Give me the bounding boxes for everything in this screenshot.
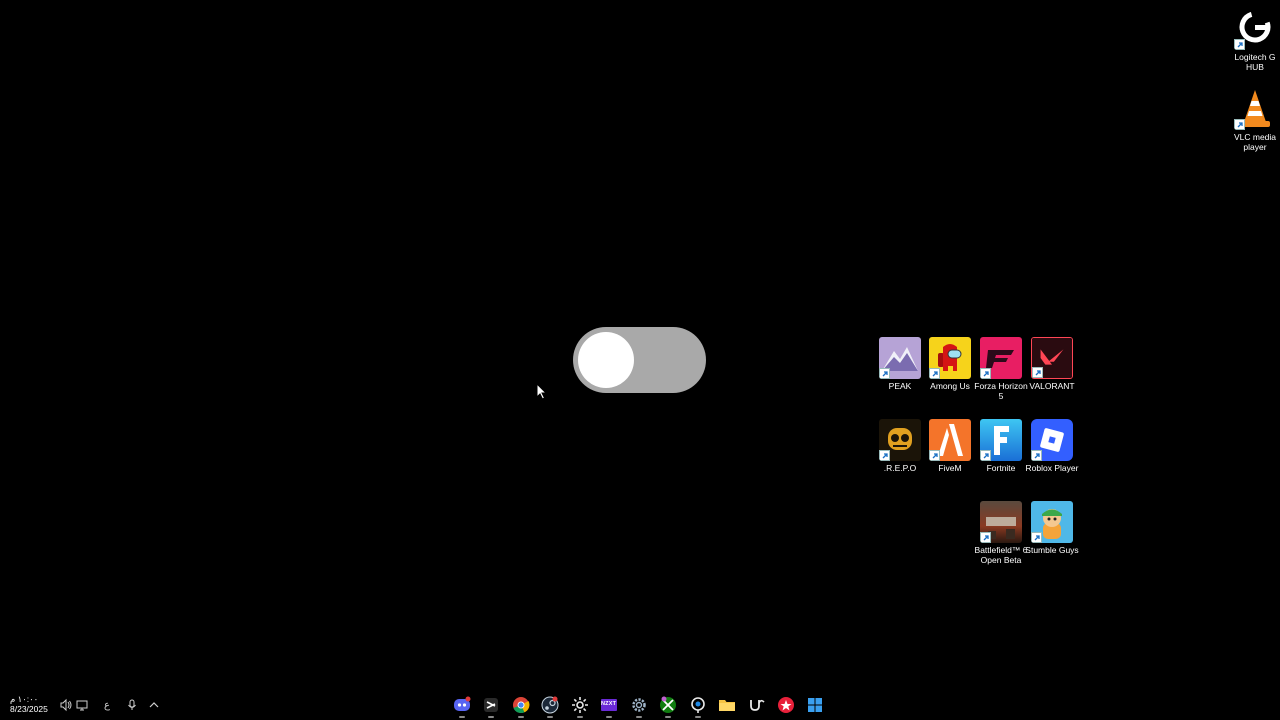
battlefield-icon: [980, 501, 1022, 543]
search-lens-icon[interactable]: [687, 694, 709, 718]
shortcut-vlc[interactable]: VLC media player: [1229, 88, 1280, 152]
forza-icon: [980, 337, 1022, 379]
shortcut-stumble[interactable]: Stumble Guys: [1025, 501, 1079, 555]
steelseries-icon[interactable]: [569, 694, 591, 718]
mic-icon[interactable]: [125, 698, 139, 712]
system-clock[interactable]: ١٠:٠٠ م 8/23/2025: [10, 694, 48, 714]
input-language-indicator[interactable]: ع: [100, 698, 114, 712]
mouse-cursor-icon: [536, 383, 547, 400]
shortcut-label: Logitech G HUB: [1234, 52, 1276, 72]
shortcut-logitech[interactable]: Logitech G HUB: [1229, 8, 1280, 72]
shortcut-among-us[interactable]: Among Us: [924, 337, 976, 391]
running-indicator: [577, 716, 583, 718]
shortcut-fivem[interactable]: FiveM: [924, 419, 976, 473]
desktop: Logitech G HUB VLC media player PEAK Amo…: [0, 0, 1280, 720]
running-indicator: [665, 716, 671, 718]
clock-time: ١٠:٠٠ م: [10, 694, 39, 704]
shortcut-arrow-icon: [929, 368, 940, 379]
running-indicator: [606, 716, 612, 718]
repo-robot-icon: [879, 419, 921, 461]
shortcut-arrow-icon: [980, 450, 991, 461]
toggle-switch[interactable]: [573, 327, 706, 393]
taskbar: ١٠:٠٠ م 8/23/2025 ع NZXT: [0, 690, 1280, 720]
shortcut-label: Roblox Player: [1025, 463, 1079, 473]
discord-icon[interactable]: [451, 694, 473, 718]
nzxt-icon[interactable]: NZXT: [598, 694, 620, 718]
network-icon[interactable]: [75, 698, 89, 712]
shortcut-valorant[interactable]: VALORANT: [1026, 337, 1078, 391]
vlc-cone-icon: [1234, 88, 1276, 130]
shortcut-arrow-icon: [879, 368, 890, 379]
among-us-crewmate-icon: [929, 337, 971, 379]
nzxt-label: NZXT: [601, 701, 617, 707]
shortcut-arrow-icon: [1032, 367, 1043, 378]
capcut-icon[interactable]: [480, 694, 502, 718]
speaker-icon[interactable]: [59, 698, 73, 712]
clock-date: 8/23/2025: [10, 704, 48, 714]
shortcut-arrow-icon: [1031, 532, 1042, 543]
shortcut-label: Stumble Guys: [1025, 545, 1079, 555]
fivem-icon: [929, 419, 971, 461]
running-indicator: [636, 716, 642, 718]
toggle-knob[interactable]: [578, 332, 634, 388]
shortcut-forza[interactable]: Forza Horizon 5: [974, 337, 1028, 401]
running-indicator: [459, 716, 465, 718]
shortcut-arrow-icon: [1234, 119, 1245, 130]
rockstar-icon[interactable]: [775, 694, 797, 716]
shortcut-peak[interactable]: PEAK: [874, 337, 926, 391]
file-explorer-icon[interactable]: [716, 694, 738, 716]
xbox-icon[interactable]: [657, 694, 679, 718]
shortcut-battlefield[interactable]: Battlefield™ 6 Open Beta: [975, 501, 1027, 565]
shortcut-roblox[interactable]: Roblox Player: [1026, 419, 1078, 473]
shortcut-label: Forza Horizon 5: [974, 381, 1028, 401]
shortcut-label: Among Us: [930, 381, 970, 391]
running-indicator: [488, 716, 494, 718]
shortcut-fortnite[interactable]: Fortnite: [975, 419, 1027, 473]
shortcut-arrow-icon: [1031, 450, 1042, 461]
peak-mountain-icon: [879, 337, 921, 379]
shortcut-repo[interactable]: .R.E.P.O: [874, 419, 926, 473]
shortcut-arrow-icon: [980, 532, 991, 543]
shortcut-arrow-icon: [929, 450, 940, 461]
settings-gear-icon[interactable]: [628, 694, 650, 718]
fortnite-f-icon: [980, 419, 1022, 461]
shortcut-arrow-icon: [1234, 39, 1245, 50]
uc-icon[interactable]: [746, 694, 768, 716]
steam-icon[interactable]: [539, 694, 561, 718]
running-indicator: [547, 716, 553, 718]
shortcut-arrow-icon: [879, 450, 890, 461]
valorant-icon: [1031, 337, 1073, 379]
logitech-g-icon: [1234, 8, 1276, 50]
windows-start-icon[interactable]: [804, 694, 826, 716]
chrome-icon[interactable]: [510, 694, 532, 718]
chevron-up-icon[interactable]: [147, 698, 161, 712]
shortcut-arrow-icon: [980, 368, 991, 379]
running-indicator: [695, 716, 701, 718]
shortcut-label: Battlefield™ 6 Open Beta: [974, 545, 1028, 565]
stumble-guys-icon: [1031, 501, 1073, 543]
roblox-icon: [1031, 419, 1073, 461]
shortcut-label: VALORANT: [1029, 381, 1075, 391]
running-indicator: [518, 716, 524, 718]
shortcut-label: Fortnite: [986, 463, 1016, 473]
shortcut-label: VLC media player: [1233, 132, 1277, 152]
shortcut-label: FiveM: [938, 463, 962, 473]
